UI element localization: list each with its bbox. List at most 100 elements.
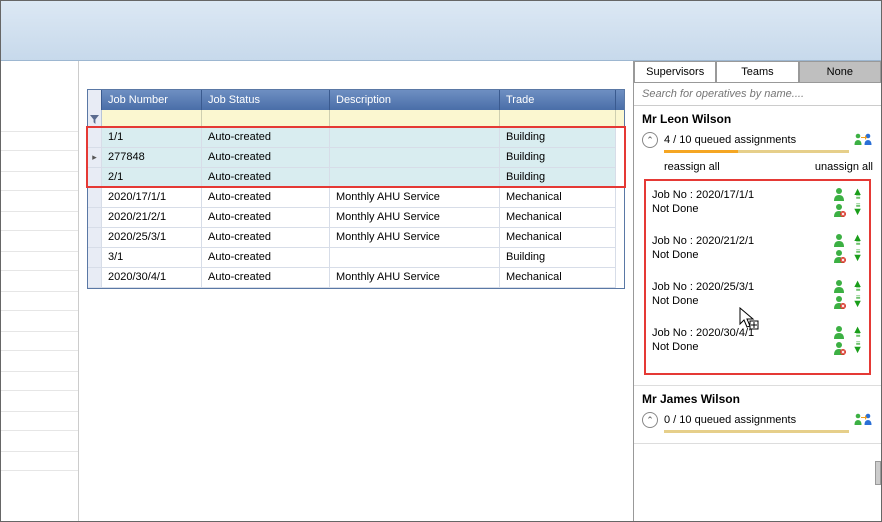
operative-name: Mr James Wilson	[642, 392, 873, 406]
expand-toggle[interactable]: ⌃	[642, 132, 658, 148]
table-row[interactable]: ▸277848Auto-createdBuilding	[88, 148, 624, 168]
move-up-icon[interactable]: ▲≡	[852, 189, 863, 201]
cell-trade: Building	[500, 168, 616, 188]
table-row[interactable]: 2020/30/4/1Auto-createdMonthly AHU Servi…	[88, 268, 624, 288]
grid-header-description[interactable]: Description	[330, 90, 500, 110]
move-down-icon[interactable]: ≡▼	[852, 295, 863, 307]
cell-jobnumber: 277848	[102, 148, 202, 168]
cell-description	[330, 128, 500, 148]
cell-description: Monthly AHU Service	[330, 228, 500, 248]
operative-block: Mr Leon Wilson⌃4 / 10 queued assignments…	[634, 106, 881, 386]
operatives-search-row	[634, 83, 881, 106]
cell-jobnumber: 1/1	[102, 128, 202, 148]
filter-trade[interactable]	[500, 110, 616, 128]
unassign-person-icon[interactable]	[832, 249, 846, 263]
cell-jobnumber: 3/1	[102, 248, 202, 268]
cell-trade: Mechanical	[500, 208, 616, 228]
queued-job-item[interactable]: Job No : 2020/25/3/1Not Done▲≡≡▼	[650, 277, 865, 323]
tab-teams[interactable]: Teams	[716, 61, 798, 83]
queued-job-item[interactable]: Job No : 2020/17/1/1Not Done▲≡≡▼	[650, 185, 865, 231]
cell-trade: Building	[500, 128, 616, 148]
grid-header-jobstatus[interactable]: Job Status	[202, 90, 330, 110]
table-row[interactable]: 2020/17/1/1Auto-createdMonthly AHU Servi…	[88, 188, 624, 208]
scrollbar-thumb[interactable]	[875, 461, 881, 485]
move-down-icon[interactable]: ≡▼	[852, 341, 863, 353]
grid-header-row: Job Number Job Status Description Trade	[88, 90, 624, 110]
table-row[interactable]: 2020/25/3/1Auto-createdMonthly AHU Servi…	[88, 228, 624, 248]
cell-jobnumber: 2020/30/4/1	[102, 268, 202, 288]
table-row[interactable]: 3/1Auto-created Building	[88, 248, 624, 268]
queue-progress	[664, 430, 849, 433]
assign-person-icon[interactable]	[832, 187, 846, 201]
filter-icon[interactable]	[88, 110, 102, 128]
cell-description: Monthly AHU Service	[330, 188, 500, 208]
assign-person-icon[interactable]	[832, 233, 846, 247]
cell-jobstatus: Auto-created	[202, 228, 330, 248]
cell-jobstatus: Auto-created	[202, 248, 330, 268]
reassign-all-link[interactable]: reassign all	[664, 161, 720, 173]
tab-supervisors[interactable]: Supervisors	[634, 61, 716, 83]
row-indicator	[88, 168, 102, 188]
row-indicator	[88, 208, 102, 228]
filter-jobnumber[interactable]	[102, 110, 202, 128]
move-up-icon[interactable]: ▲≡	[852, 235, 863, 247]
transfer-icon[interactable]	[853, 132, 873, 148]
transfer-icon[interactable]	[853, 412, 873, 428]
tab-none[interactable]: None	[799, 61, 881, 83]
assign-person-icon[interactable]	[832, 279, 846, 293]
operatives-panel: Supervisors Teams None Mr Leon Wilson⌃4 …	[633, 61, 881, 521]
sidebar-slot	[1, 251, 78, 271]
move-up-icon[interactable]: ▲≡	[852, 281, 863, 293]
expand-toggle[interactable]: ⌃	[642, 412, 658, 428]
sidebar-slot	[1, 171, 78, 191]
jobs-grid[interactable]: Job Number Job Status Description Trade …	[87, 89, 625, 289]
cell-jobstatus: Auto-created	[202, 268, 330, 288]
left-sidebar	[1, 61, 79, 521]
cell-trade: Mechanical	[500, 268, 616, 288]
cell-jobstatus: Auto-created	[202, 208, 330, 228]
unassign-person-icon[interactable]	[832, 341, 846, 355]
operatives-tabs: Supervisors Teams None	[634, 61, 881, 83]
cell-trade: Building	[500, 248, 616, 268]
unassign-person-icon[interactable]	[832, 203, 846, 217]
table-row[interactable]: 2020/21/2/1Auto-createdMonthly AHU Servi…	[88, 208, 624, 228]
table-row[interactable]: 1/1Auto-created Building	[88, 128, 624, 148]
move-down-icon[interactable]: ≡▼	[852, 203, 863, 215]
cell-description	[330, 168, 500, 188]
unassign-all-link[interactable]: unassign all	[815, 161, 873, 173]
row-indicator	[88, 228, 102, 248]
sidebar-slot	[1, 371, 78, 391]
cell-trade: Mechanical	[500, 228, 616, 248]
filter-jobstatus[interactable]	[202, 110, 330, 128]
grid-header-jobnumber[interactable]: Job Number	[102, 90, 202, 110]
queued-job-item[interactable]: Job No : 2020/21/2/1Not Done▲≡≡▼	[650, 231, 865, 277]
row-indicator	[88, 268, 102, 288]
ribbon-header	[1, 1, 881, 61]
queued-job-item[interactable]: Job No : 2020/30/4/1Not Done▲≡≡▼	[650, 323, 865, 369]
row-indicator	[88, 248, 102, 268]
assign-person-icon[interactable]	[832, 325, 846, 339]
grid-container: Job Number Job Status Description Trade …	[79, 61, 633, 521]
cell-description	[330, 248, 500, 268]
queue-progress	[664, 150, 849, 153]
operative-name: Mr Leon Wilson	[642, 112, 873, 126]
row-indicator	[88, 128, 102, 148]
operatives-search-input[interactable]	[640, 87, 875, 101]
move-down-icon[interactable]: ≡▼	[852, 249, 863, 261]
filter-description[interactable]	[330, 110, 500, 128]
grid-header-rowhead	[88, 90, 102, 110]
cell-trade: Building	[500, 148, 616, 168]
sidebar-slot	[1, 291, 78, 311]
cell-jobstatus: Auto-created	[202, 188, 330, 208]
grid-header-trade[interactable]: Trade	[500, 90, 616, 110]
cell-description: Monthly AHU Service	[330, 208, 500, 228]
sidebar-slot	[1, 131, 78, 151]
grid-filter-row[interactable]	[88, 110, 624, 128]
table-row[interactable]: 2/1Auto-createdBuilding	[88, 168, 624, 188]
unassign-person-icon[interactable]	[832, 295, 846, 309]
cell-jobstatus: Auto-created	[202, 148, 330, 168]
move-up-icon[interactable]: ▲≡	[852, 327, 863, 339]
cell-jobstatus: Auto-created	[202, 168, 330, 188]
cell-jobstatus: Auto-created	[202, 128, 330, 148]
cell-description: Monthly AHU Service	[330, 268, 500, 288]
